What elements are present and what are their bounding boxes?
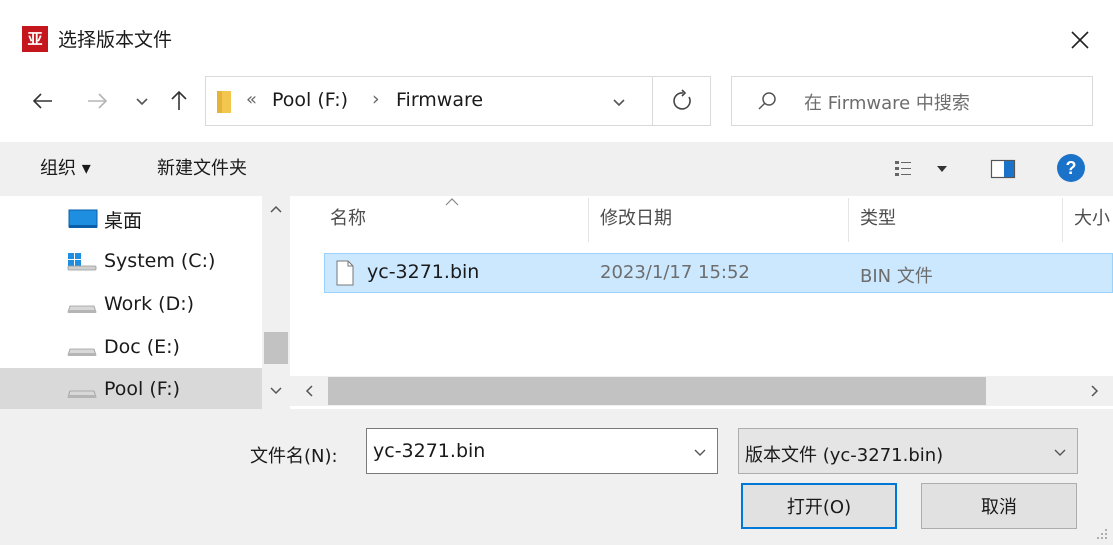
column-divider [588,198,589,242]
dialog-footer: 文件名(N): yc-3271.bin 版本文件 (yc-3271.bin) 打… [0,409,1113,545]
filename-label: 文件名(N): [250,446,338,467]
path-overflow-chevron[interactable]: « [246,89,257,110]
drive-icon [67,305,97,313]
column-divider [1062,198,1063,242]
hscroll-thumb[interactable] [328,377,986,405]
scroll-up-icon[interactable] [270,204,282,214]
address-bar[interactable]: « Pool (F:) › Firmware [205,76,711,126]
help-icon[interactable]: ? [1056,153,1086,183]
filetype-value: 版本文件 (yc-3271.bin) [745,445,944,466]
search-box[interactable]: 在 Firmware 中搜索 [731,76,1093,126]
resize-grip-icon[interactable] [1095,527,1109,541]
column-header-size[interactable]: 大小 [1074,207,1110,231]
preview-pane-icon[interactable] [990,158,1016,180]
cancel-button[interactable]: 取消 [921,483,1077,529]
arrow-right-icon [88,93,108,109]
file-type: BIN 文件 [860,266,933,287]
breadcrumb-firmware[interactable]: Firmware [396,89,483,111]
forward-button[interactable] [82,86,112,116]
nav-item-doc-e[interactable]: Doc (E:) [0,326,262,368]
scroll-down-icon[interactable] [270,386,282,396]
column-header-type[interactable]: 类型 [860,207,896,231]
file-name: yc-3271.bin [367,261,480,283]
nav-item-desktop[interactable]: 桌面 [0,198,262,240]
file-icon [336,260,354,286]
nav-item-label: Doc (E:) [104,336,180,358]
organize-button[interactable]: 组织 ▾ [40,157,91,181]
arrow-left-icon [32,93,52,109]
chevron-down-icon [136,98,148,106]
column-header-modified[interactable]: 修改日期 [600,207,672,231]
view-dropdown-icon[interactable] [936,164,948,174]
table-row[interactable]: yc-3271.bin 2023/1/17 15:52 BIN 文件 [324,253,1113,293]
title-bar: 亚 选择版本文件 [0,0,1113,68]
chevron-down-icon[interactable] [1053,445,1067,459]
desktop-icon [68,209,98,228]
refresh-button[interactable] [652,76,712,126]
nav-item-system-c[interactable]: System (C:) [0,240,262,282]
up-button[interactable] [164,86,194,116]
scroll-right-icon[interactable] [1090,385,1100,397]
recent-locations-button[interactable] [130,86,154,116]
nav-item-label: 桌面 [104,209,143,232]
nav-item-label: Pool (F:) [104,377,181,400]
nav-item-label: System (C:) [104,250,216,272]
scroll-thumb[interactable] [264,332,288,364]
open-button[interactable]: 打开(O) [741,483,897,529]
filetype-select[interactable]: 版本文件 (yc-3271.bin) [738,428,1078,474]
drive-icon [67,390,97,398]
breadcrumb-separator: › [372,88,380,110]
window-title: 选择版本文件 [58,29,173,51]
column-header-name[interactable]: 名称 [330,207,366,231]
file-list-hscrollbar[interactable] [290,376,1113,406]
chevron-down-icon[interactable] [693,445,707,459]
filename-value: yc-3271.bin [373,440,486,462]
nav-item-pool-f[interactable]: Pool (F:) [0,368,262,409]
folder-icon [217,91,231,113]
toolbar: 组织 ▾ 新建文件夹 ? [0,142,1113,196]
address-dropdown-icon[interactable] [611,94,627,110]
back-button[interactable] [28,86,58,116]
nav-item-work-d[interactable]: Work (D:) [0,283,262,325]
file-modified: 2023/1/17 15:52 [600,262,750,283]
column-divider [848,198,849,242]
nav-pane-scrollbar[interactable] [262,196,290,409]
view-options-icon[interactable] [893,158,915,180]
arrow-up-icon [171,90,187,110]
app-icon: 亚 [22,26,48,52]
drive-icon [67,348,97,356]
close-button[interactable] [1060,20,1100,60]
search-icon [758,92,776,110]
close-icon [1071,31,1089,49]
svg-text:?: ? [1066,158,1077,178]
scroll-left-icon[interactable] [304,385,314,397]
windows-drive-icon [67,253,97,271]
refresh-icon [673,89,691,110]
breadcrumb-pool[interactable]: Pool (F:) [272,89,348,111]
nav-item-label: Work (D:) [104,293,195,315]
search-input[interactable]: 在 Firmware 中搜索 [804,89,970,115]
new-folder-button[interactable]: 新建文件夹 [157,157,247,181]
filename-input[interactable]: yc-3271.bin [366,428,718,474]
sort-up-icon [445,198,459,206]
